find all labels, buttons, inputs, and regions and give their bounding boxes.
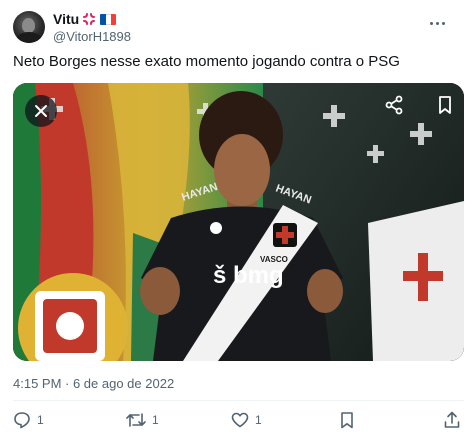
tweet-text: Neto Borges nesse exato momento jogando … (13, 53, 400, 70)
reply-icon (14, 412, 30, 429)
tweet-header: Vitu @VitorH1898 (53, 11, 131, 44)
like-button[interactable]: 1 (231, 410, 262, 430)
tweet-media[interactable]: HAYAN HAYAN VASCO š bmg (13, 83, 464, 361)
user-handle[interactable]: @VitorH1898 (53, 29, 131, 44)
tweet-timestamp[interactable]: 4:15 PM · 6 de ago de 2022 (13, 376, 174, 391)
shirt-text-sponsor: bmg (233, 262, 284, 289)
bookmark-icon (341, 412, 353, 429)
name-row: Vitu (53, 11, 131, 27)
bookmark-button[interactable] (338, 410, 356, 430)
france-flag-icon (100, 13, 117, 25)
share-icon (385, 95, 403, 115)
retweet-count: 1 (152, 413, 159, 427)
avatar-face (22, 18, 35, 33)
share-icon (444, 411, 460, 428)
media-photo: HAYAN HAYAN VASCO š bmg (13, 83, 464, 361)
retweet-button[interactable]: 1 (126, 410, 159, 430)
share-button[interactable] (443, 410, 461, 430)
anger-symbol-icon (82, 12, 96, 26)
like-count: 1 (255, 413, 262, 427)
bookmark-icon (439, 96, 451, 114)
tweet: Vitu @VitorH1898 Neto Borges nesse exato… (0, 0, 475, 434)
more-options-icon[interactable] (430, 18, 450, 28)
like-icon (231, 412, 249, 428)
divider (13, 400, 464, 401)
avatar-shoulder (16, 32, 42, 43)
retweet-icon (126, 413, 146, 427)
display-name[interactable]: Vitu (53, 11, 79, 27)
reply-button[interactable]: 1 (13, 410, 44, 430)
close-media-button[interactable] (25, 95, 57, 127)
reply-count: 1 (37, 413, 44, 427)
action-bar: 1 1 1 (13, 410, 464, 430)
close-icon (35, 105, 47, 117)
shirt-text-sponsor-prefix: š (213, 262, 226, 289)
avatar[interactable] (13, 11, 45, 43)
share-media-button[interactable] (378, 89, 410, 121)
bookmark-media-button[interactable] (429, 89, 461, 121)
